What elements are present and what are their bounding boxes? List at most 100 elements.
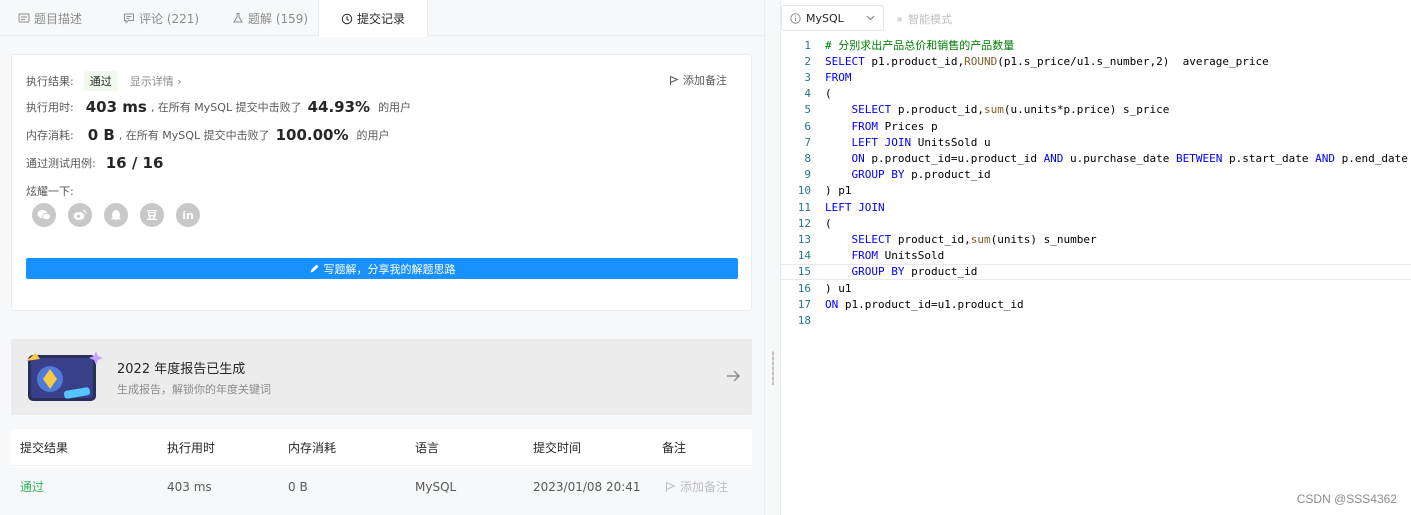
- linkedin-glyph: in: [182, 208, 194, 222]
- row-add-note-button[interactable]: 添加备注: [665, 467, 728, 506]
- line-number: 10: [797, 184, 811, 198]
- drag-handle-icon[interactable]: [772, 351, 774, 385]
- language-select-value: MySQL: [806, 11, 844, 25]
- code-text: ON p1.product_id=u1.product_id: [825, 297, 1024, 311]
- tab-submissions[interactable]: 提交记录: [318, 0, 429, 37]
- testcases-row: 通过测试用例: 16 / 16: [26, 154, 163, 172]
- arrow-right-icon[interactable]: [724, 367, 742, 385]
- header-note: 备注: [662, 440, 687, 455]
- chevron-down-icon: [866, 15, 875, 21]
- code-text: SELECT p.product_id,sum(u.units*p.price)…: [851, 103, 1170, 117]
- code-text: FROM Prices p: [851, 119, 938, 133]
- douban-glyph: 豆: [146, 209, 158, 222]
- weibo-icon[interactable]: [68, 203, 92, 227]
- linkedin-icon[interactable]: in: [176, 203, 200, 227]
- code-text: FROM UnitsSold: [851, 249, 945, 263]
- line-number: 7: [804, 135, 811, 149]
- code-line[interactable]: 6 FROM Prices p: [781, 118, 1411, 134]
- code-line[interactable]: 2 SELECT p1.product_id,ROUND(p1.s_price/u…: [781, 53, 1411, 69]
- row-status[interactable]: 通过: [20, 467, 44, 506]
- line-number: 2: [804, 54, 811, 68]
- table-header: 提交结果 执行用时 内存消耗 语言 提交时间 备注: [11, 429, 752, 466]
- smart-mode-toggle[interactable]: 智能模式: [897, 11, 952, 27]
- code-line[interactable]: 12 (: [781, 215, 1411, 231]
- runtime-text: , 在所有 MySQL 提交中击败了: [150, 101, 302, 114]
- code-line[interactable]: 17 ON p1.product_id=u1.product_id: [781, 296, 1411, 312]
- editor-panel: MySQL 智能模式 1 # 分别求出产品总价和销售的产品数量 2 SELECT p1…: [781, 0, 1411, 515]
- tab-comments[interactable]: 评论 (221): [123, 0, 199, 36]
- submissions-table: 提交结果 执行用时 内存消耗 语言 提交时间 备注 通过 403 ms 0 B …: [11, 429, 752, 506]
- add-note-button[interactable]: 添加备注: [669, 72, 727, 88]
- show-details-link[interactable]: 显示详情 ›: [130, 73, 182, 89]
- flag-icon: [666, 481, 676, 492]
- line-number: 18: [797, 313, 811, 327]
- row-language: MySQL: [415, 479, 457, 494]
- code-text: GROUP BY product_id: [851, 265, 978, 279]
- editor-toolbar: MySQL 智能模式: [781, 0, 1411, 36]
- code-line[interactable]: 1 # 分别求出产品总价和销售的产品数量: [781, 37, 1411, 53]
- language-select[interactable]: MySQL: [781, 5, 884, 31]
- result-label: 执行结果:: [26, 75, 74, 88]
- code-line[interactable]: 13 SELECT product_id,sum(units) s_number: [781, 231, 1411, 247]
- runtime-percent: 44.93%: [307, 98, 371, 116]
- code-line[interactable]: 18: [781, 312, 1411, 328]
- tab-description-label: 题目描述: [34, 11, 83, 26]
- memory-percent: 100.00%: [275, 126, 349, 144]
- report-illustration-icon: [26, 351, 102, 401]
- code-line[interactable]: 8 ON p.product_id=u.product_id AND u.pur…: [781, 150, 1411, 166]
- runtime-row: 执行用时: 403 ms , 在所有 MySQL 提交中击败了 44.93% 的…: [26, 98, 411, 116]
- douban-icon[interactable]: 豆: [140, 203, 164, 227]
- code-line[interactable]: 10 ) p1: [781, 183, 1411, 199]
- code-line[interactable]: 14 FROM UnitsSold: [781, 248, 1411, 264]
- chevron-right-icon: ›: [177, 75, 182, 88]
- header-language: 语言: [415, 440, 440, 455]
- qq-icon[interactable]: [104, 203, 128, 227]
- testcases-label: 通过测试用例:: [26, 157, 96, 170]
- status-badge: 通过: [83, 71, 118, 91]
- row-submit-time: 2023/01/08 20:41: [533, 479, 641, 494]
- table-row[interactable]: 通过 403 ms 0 B MySQL 2023/01/08 20:41 添加备…: [11, 467, 752, 506]
- code-line[interactable]: 5 SELECT p.product_id,sum(u.units*p.pric…: [781, 102, 1411, 118]
- code-line[interactable]: 15 GROUP BY product_id: [781, 263, 1411, 280]
- tab-description[interactable]: 题目描述: [18, 0, 82, 36]
- code-line[interactable]: 9 GROUP BY p.product_id: [781, 167, 1411, 183]
- code-line[interactable]: 3 FROM: [781, 69, 1411, 85]
- header-memory: 内存消耗: [288, 440, 337, 455]
- line-number: 4: [804, 87, 811, 101]
- share-label: 炫耀一下:: [26, 185, 74, 198]
- code-line[interactable]: 16) u1: [781, 280, 1411, 296]
- comment-icon: [124, 13, 134, 24]
- code-line[interactable]: 4(: [781, 86, 1411, 102]
- code-text: SELECT product_id,sum(units) s_number: [851, 232, 1097, 246]
- tab-bar: 题目描述 评论 (221) 题解 (159) 提交记录: [0, 0, 764, 37]
- code-editor[interactable]: 1 # 分别求出产品总价和销售的产品数量 2 SELECT p1.product_id…: [781, 36, 1411, 515]
- line-number: 1: [804, 38, 811, 52]
- row-memory: 0 B: [288, 479, 308, 494]
- line-number: 17: [797, 297, 811, 311]
- wechat-icon[interactable]: [32, 203, 56, 227]
- row-runtime: 403 ms: [167, 479, 212, 494]
- header-result: 提交结果: [20, 440, 69, 455]
- line-number: 6: [804, 119, 811, 133]
- annual-report-banner[interactable]: 2022 年度报告已生成 生成报告，解锁你的年度关键词: [11, 339, 752, 415]
- memory-text: , 在所有 MySQL 提交中击败了: [118, 129, 270, 142]
- row-add-note-label: 添加备注: [680, 480, 729, 494]
- runtime-value: 403 ms: [85, 98, 147, 116]
- share-icons: 豆 in: [32, 203, 200, 227]
- share-label-row: 炫耀一下:: [26, 183, 74, 199]
- runtime-label: 执行用时:: [26, 101, 74, 114]
- banner-title: 2022 年度报告已生成: [117, 362, 246, 377]
- code-text: LEFT JOIN UnitsSold u: [851, 135, 991, 149]
- code-text: ) p1: [825, 184, 852, 198]
- banner-subtitle: 生成报告，解锁你的年度关键词: [117, 383, 271, 396]
- code-line[interactable]: 11 LEFT JOIN: [781, 199, 1411, 215]
- code-text: SELECT p1.product_id,ROUND(p1.s_price/u1…: [825, 54, 1269, 68]
- write-solution-button[interactable]: 写题解，分享我的解题思路: [26, 258, 738, 279]
- left-panel: 题目描述 评论 (221) 题解 (159) 提交记录 执行结果: 通过 显示详…: [0, 0, 764, 515]
- code-line[interactable]: 7 LEFT JOIN UnitsSold u: [781, 134, 1411, 150]
- panel-splitter[interactable]: [764, 0, 781, 515]
- smart-mode-label: 智能模式: [908, 13, 952, 26]
- tab-solutions[interactable]: 题解 (159): [232, 0, 308, 36]
- tab-solutions-label: 题解 (159): [248, 11, 309, 26]
- line-number: 11: [797, 200, 811, 214]
